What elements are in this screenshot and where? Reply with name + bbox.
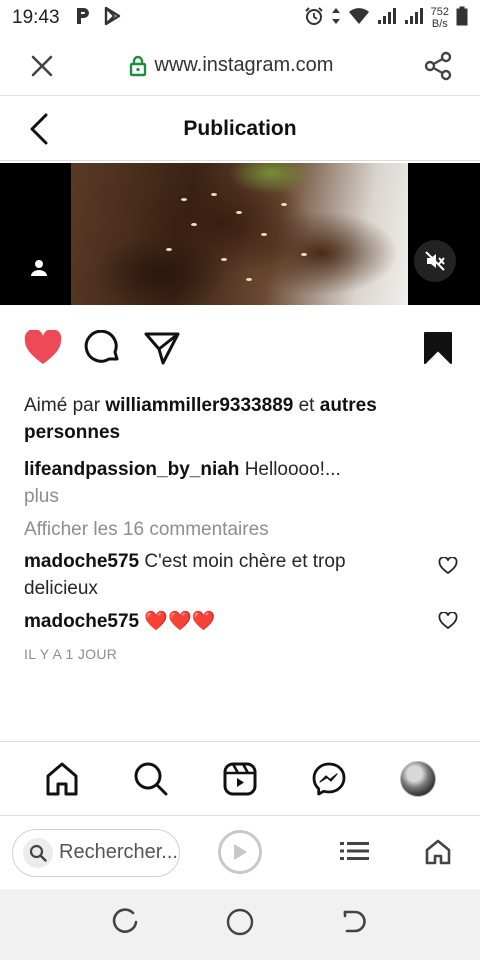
send-icon xyxy=(144,332,180,365)
food-video-frame xyxy=(71,163,408,305)
signal-icon xyxy=(377,7,397,30)
avatar xyxy=(399,760,436,797)
wifi-icon xyxy=(348,7,370,30)
caption-username[interactable]: lifeandpassion_by_niah xyxy=(24,459,239,480)
url-text: www.instagram.com xyxy=(154,54,334,76)
alarm-icon xyxy=(304,6,324,31)
reels-icon xyxy=(223,762,257,795)
likes-prefix: Aimé par xyxy=(24,395,101,416)
net-speed-unit: B/s xyxy=(431,18,448,30)
data-arrows-icon xyxy=(331,6,341,31)
close-icon xyxy=(31,55,53,76)
post-header: Publication xyxy=(0,97,480,161)
mute-button[interactable] xyxy=(414,240,456,282)
page-title: Publication xyxy=(183,116,297,140)
lock-icon xyxy=(129,55,146,76)
recent-apps-icon xyxy=(112,908,138,933)
messenger-icon xyxy=(312,762,346,795)
bookmark-icon xyxy=(424,332,452,364)
home-icon xyxy=(46,762,78,795)
tagged-users-button[interactable] xyxy=(26,255,52,281)
parking-icon xyxy=(74,6,92,31)
liker-username[interactable]: williammiller9333889 xyxy=(105,395,293,416)
browser-home-button[interactable] xyxy=(424,838,452,871)
search-icon xyxy=(134,762,168,795)
comment-text: ❤️❤️❤️ xyxy=(144,611,216,632)
post-actions xyxy=(0,328,480,374)
save-button[interactable] xyxy=(422,330,454,371)
browser-bottom-bar: Rechercher... xyxy=(0,815,480,889)
system-home-button[interactable] xyxy=(225,907,255,942)
caption-text: Helloooo!... xyxy=(244,459,341,480)
post-media[interactable] xyxy=(0,163,480,305)
media-play-button[interactable] xyxy=(218,830,262,874)
user-tag-icon xyxy=(31,260,47,276)
caption-more-link[interactable]: plus xyxy=(24,483,464,510)
back-button[interactable] xyxy=(28,113,50,150)
chevron-left-icon xyxy=(30,113,48,145)
house-icon xyxy=(425,839,451,865)
instagram-bottom-nav xyxy=(0,741,480,815)
signal-icon xyxy=(404,7,424,30)
url-bar[interactable]: www.instagram.com xyxy=(66,54,396,77)
home-circle-icon xyxy=(226,908,254,936)
view-comments-link[interactable]: Afficher les 16 commentaires xyxy=(24,516,464,543)
play-icon xyxy=(234,844,247,860)
search-placeholder: Rechercher... xyxy=(59,841,178,863)
system-navigation-bar xyxy=(0,889,480,960)
heart-outline-icon xyxy=(438,556,458,575)
search-icon xyxy=(23,837,53,868)
comment-button[interactable] xyxy=(84,329,120,371)
nav-home[interactable] xyxy=(32,749,92,809)
nav-profile[interactable] xyxy=(388,749,448,809)
comment-item: madoche575 C'est moin chère et trop deli… xyxy=(24,548,464,602)
share-icon xyxy=(424,51,452,80)
comment-username[interactable]: madoche575 xyxy=(24,611,139,632)
play-store-icon xyxy=(102,6,122,31)
status-time: 19:43 xyxy=(12,7,60,28)
battery-icon xyxy=(456,6,468,31)
back-icon xyxy=(343,910,366,933)
comment-like-button[interactable] xyxy=(438,611,458,638)
heart-outline-icon xyxy=(438,611,458,630)
net-speed-value: 752 xyxy=(430,6,449,18)
recent-apps-button[interactable] xyxy=(111,907,141,942)
nav-reels[interactable] xyxy=(210,749,270,809)
browser-toolbar: www.instagram.com xyxy=(0,36,480,96)
nav-search[interactable] xyxy=(121,749,181,809)
system-back-button[interactable] xyxy=(339,907,369,942)
post-timestamp: IL Y A 1 JOUR xyxy=(24,646,118,662)
heart-icon xyxy=(24,328,62,364)
like-button[interactable] xyxy=(24,328,62,371)
send-button[interactable] xyxy=(144,330,180,371)
share-button[interactable] xyxy=(396,51,480,81)
browser-search-field[interactable]: Rechercher... xyxy=(12,828,180,877)
comment-icon xyxy=(84,329,119,363)
muted-speaker-icon xyxy=(425,251,445,271)
likes-middle: et xyxy=(298,395,315,416)
network-speed: 752 B/s xyxy=(431,6,449,30)
likes-summary[interactable]: Aimé par williammiller9333889 et autres … xyxy=(24,392,464,446)
status-bar: 19:43 752 B/s xyxy=(0,0,480,36)
post-details: Aimé par williammiller9333889 et autres … xyxy=(24,392,464,668)
list-icon xyxy=(340,842,369,860)
nav-messenger[interactable] xyxy=(299,749,359,809)
comment-like-button[interactable] xyxy=(438,556,458,583)
comment-item: madoche575 ❤️❤️❤️ xyxy=(24,608,464,635)
tabs-list-button[interactable] xyxy=(340,840,370,867)
comment-username[interactable]: madoche575 xyxy=(24,551,139,572)
caption: lifeandpassion_by_niah Helloooo!... xyxy=(24,456,464,483)
